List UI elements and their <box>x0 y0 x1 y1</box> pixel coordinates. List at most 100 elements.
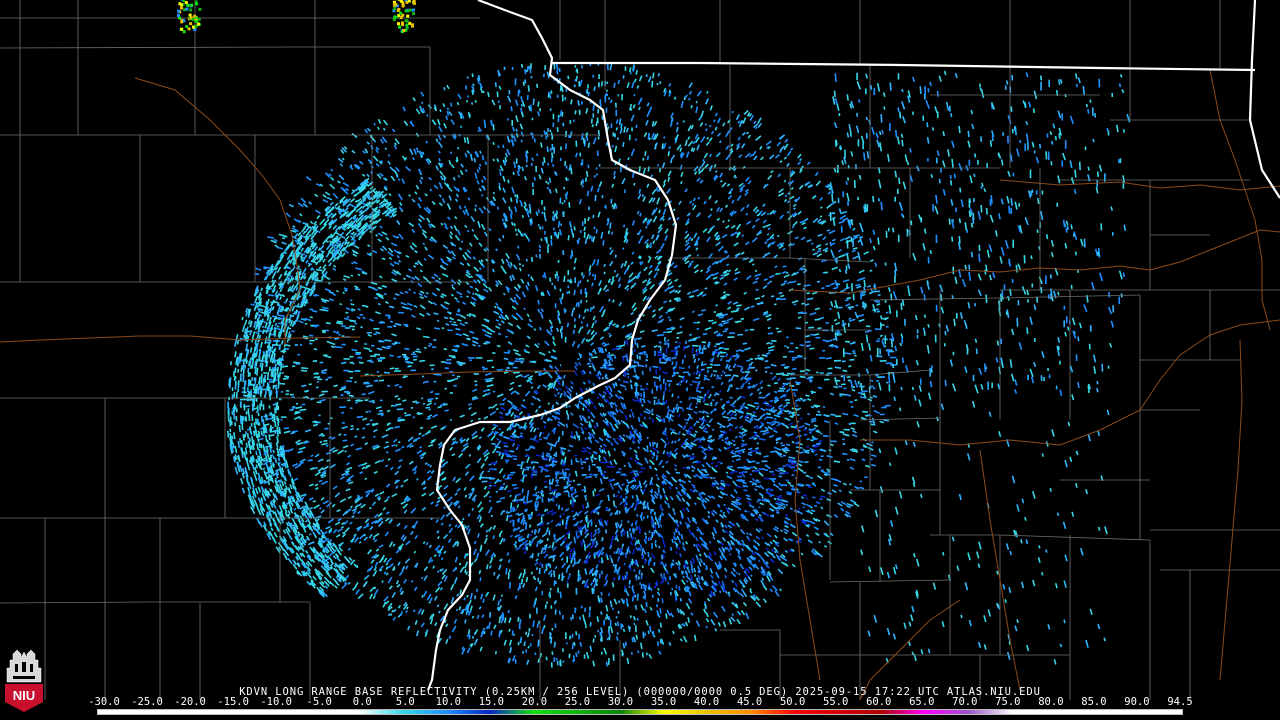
echo-speck <box>597 629 600 633</box>
echo-speck <box>387 325 393 328</box>
echo-speck <box>419 446 423 449</box>
echo-speck <box>326 459 330 462</box>
echo-speck <box>600 591 603 596</box>
echo-speck <box>422 402 426 405</box>
echo-speck <box>490 514 493 518</box>
echo-speck <box>833 286 838 290</box>
echo-speck <box>802 265 805 268</box>
echo-speck <box>605 142 609 146</box>
echo-speck <box>537 101 540 107</box>
echo-speck <box>524 522 528 530</box>
echo-speck <box>747 382 751 385</box>
echo-speck <box>793 394 797 397</box>
echo-speck <box>633 622 636 626</box>
echo-speck <box>548 350 551 354</box>
echo-speck <box>492 158 496 162</box>
echo-speck <box>511 133 514 139</box>
echo-speck <box>328 282 331 285</box>
echo-speck <box>443 86 446 91</box>
echo-speck <box>546 146 549 153</box>
echo-speck <box>403 411 407 415</box>
echo-speck <box>713 119 716 123</box>
echo-speck <box>293 361 300 364</box>
echo-speck <box>532 98 535 106</box>
echo-speck <box>628 549 631 554</box>
echo-speck <box>438 277 441 281</box>
echo-speck <box>576 358 580 361</box>
echo-speck <box>621 247 625 250</box>
echo-speck <box>419 426 424 430</box>
echo-speck <box>672 208 676 212</box>
echo-speck <box>316 378 323 381</box>
echo-speck <box>538 580 542 585</box>
echo-speck <box>520 578 524 585</box>
echo-speck <box>472 86 475 93</box>
echo-speck <box>819 206 823 209</box>
echo-speck <box>403 323 409 326</box>
echo-speck <box>621 624 624 628</box>
echo-speck <box>453 349 458 353</box>
echo-speck <box>459 125 463 129</box>
echo-speck <box>428 408 431 411</box>
echo-speck <box>678 366 685 370</box>
echo-speck <box>385 451 389 454</box>
echo-speck <box>584 177 588 182</box>
echo-speck <box>822 406 826 409</box>
echo-speck <box>586 190 590 197</box>
echo-speck <box>529 104 533 112</box>
echo-speck <box>547 562 550 567</box>
echo-speck <box>412 355 418 358</box>
echo-speck <box>718 590 722 594</box>
echo-speck <box>526 150 529 154</box>
echo-speck <box>801 302 805 305</box>
echo-speck <box>790 425 798 429</box>
echo-speck <box>412 609 416 613</box>
echo-speck <box>368 506 372 510</box>
echo-speck <box>704 287 708 290</box>
echo-speck <box>458 562 462 566</box>
echo-speck <box>587 436 591 440</box>
echo-speck <box>824 249 829 253</box>
echo-speck <box>457 308 461 312</box>
echo-speck <box>559 84 562 92</box>
echo-speck <box>741 443 745 446</box>
echo-speck <box>799 397 803 401</box>
echo-speck <box>783 505 786 509</box>
echo-speck <box>435 138 439 143</box>
echo-speck <box>608 332 611 335</box>
echo-speck <box>553 580 556 586</box>
echo-speck <box>261 434 265 437</box>
echo-speck <box>472 635 475 639</box>
echo-speck <box>555 271 559 277</box>
echo-speck <box>550 573 553 578</box>
echo-speck <box>749 358 753 361</box>
echo-speck <box>561 86 564 93</box>
echo-speck <box>312 500 317 503</box>
echo-speck <box>263 266 270 269</box>
echo-speck <box>507 179 510 184</box>
echo-speck <box>582 137 586 145</box>
echo-speck <box>651 121 655 127</box>
echo-speck <box>784 417 788 420</box>
echo-speck <box>617 378 621 381</box>
echo-speck <box>810 405 815 409</box>
echo-speck <box>509 342 513 345</box>
echo-speck <box>479 150 482 154</box>
echo-speck <box>742 342 748 345</box>
echo-speck <box>725 471 729 474</box>
echo-speck <box>496 344 501 348</box>
echo-speck <box>752 263 755 266</box>
echo-speck <box>537 342 540 346</box>
echo-speck <box>600 570 604 575</box>
echo-speck <box>699 396 704 399</box>
echo-speck <box>608 616 611 620</box>
echo-speck <box>573 226 576 231</box>
echo-speck <box>451 284 454 287</box>
echo-speck <box>613 170 616 176</box>
echo-speck <box>428 601 431 604</box>
echo-speck <box>344 317 349 321</box>
echo-speck <box>530 571 533 575</box>
echo-speck <box>719 140 722 144</box>
echo-speck <box>344 469 348 473</box>
echo-speck <box>580 540 583 547</box>
